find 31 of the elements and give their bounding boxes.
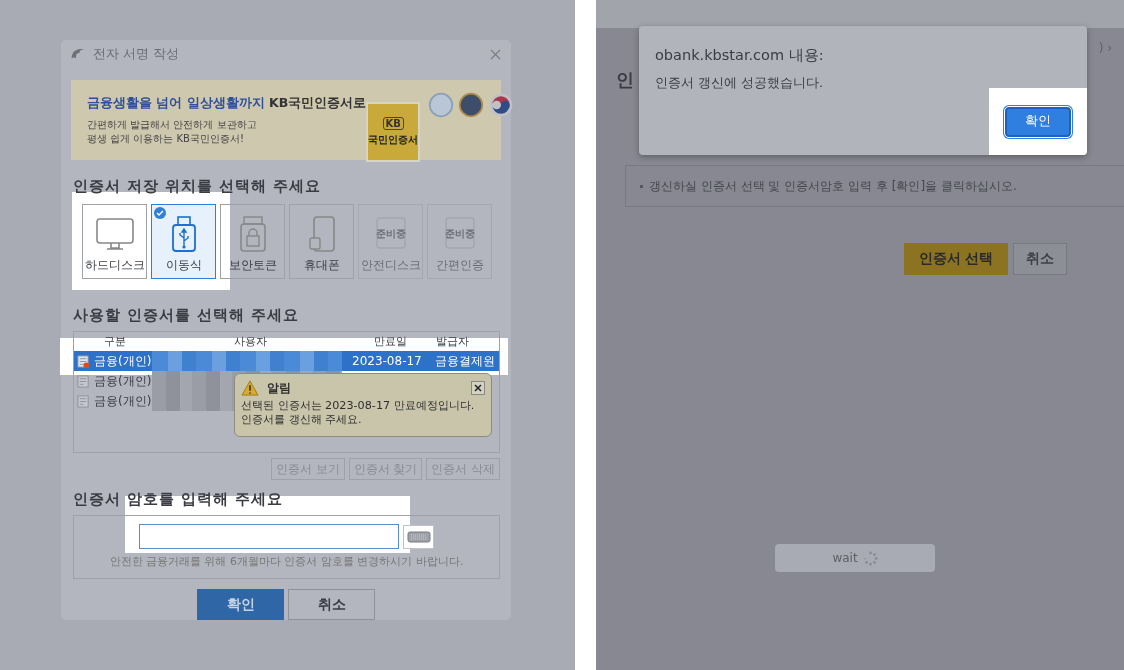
table-cell: 금융(개인): [94, 372, 152, 390]
page-heading: 인: [616, 68, 635, 92]
column-header: 만료일: [374, 334, 407, 349]
table-cell: 2023-08-17: [352, 354, 422, 368]
banner-text: 평생 쉽게 이용하는 KB국민인증서!: [87, 131, 245, 146]
info-text: 갱신하실 인증서 선택 및 인증서암호 입력 후 [확인]을 클릭하십시오.: [649, 177, 1017, 195]
section-heading: 인증서 저장 위치를 선택해 주세요: [73, 177, 323, 196]
column-header: 사용자: [234, 334, 267, 349]
dialog-title: 전자 서명 작성: [93, 45, 180, 63]
banner-headline: KB국민인증서로: [269, 94, 367, 110]
card-badge: KB: [382, 117, 404, 130]
wait-label: wait: [832, 551, 858, 565]
notice-text: 선택된 인증서는 2023-08-17 만료예정입니다.: [241, 399, 476, 413]
banner-headline: 금융생활을 넘어 일상생활까지: [87, 94, 265, 110]
section-heading: 사용할 인증서를 선택해 주세요: [73, 306, 301, 325]
table-cell: 금융결제원: [435, 352, 495, 370]
banner-text: 간편하게 발급해서 안전하게 보관하고: [87, 117, 258, 132]
password-hint: 안전한 금융거래를 위해 6개월마다 인증서 암호를 변경하시기 바랍니다.: [108, 554, 465, 569]
section-heading: 인증서 암호를 입력해 주세요: [73, 490, 285, 509]
card-label: 국민인증서: [368, 133, 419, 147]
alert-message: 인증서 갱신에 성공했습니다.: [655, 75, 824, 92]
column-header: 발급자: [436, 334, 469, 349]
coming-soon-label: 준비중: [375, 227, 406, 241]
notice-text: 인증서를 갱신해 주세요.: [241, 413, 363, 427]
table-cell: 금융(개인): [94, 392, 152, 410]
notice-title: 알림: [267, 379, 291, 397]
alert-title: obank.kbstar.com 내용:: [655, 46, 825, 65]
coming-soon-label: 준비중: [444, 227, 475, 241]
column-header: 구분: [104, 334, 126, 349]
breadcrumb: ) ›: [1098, 41, 1112, 55]
table-cell: 금융(개인): [94, 352, 152, 370]
